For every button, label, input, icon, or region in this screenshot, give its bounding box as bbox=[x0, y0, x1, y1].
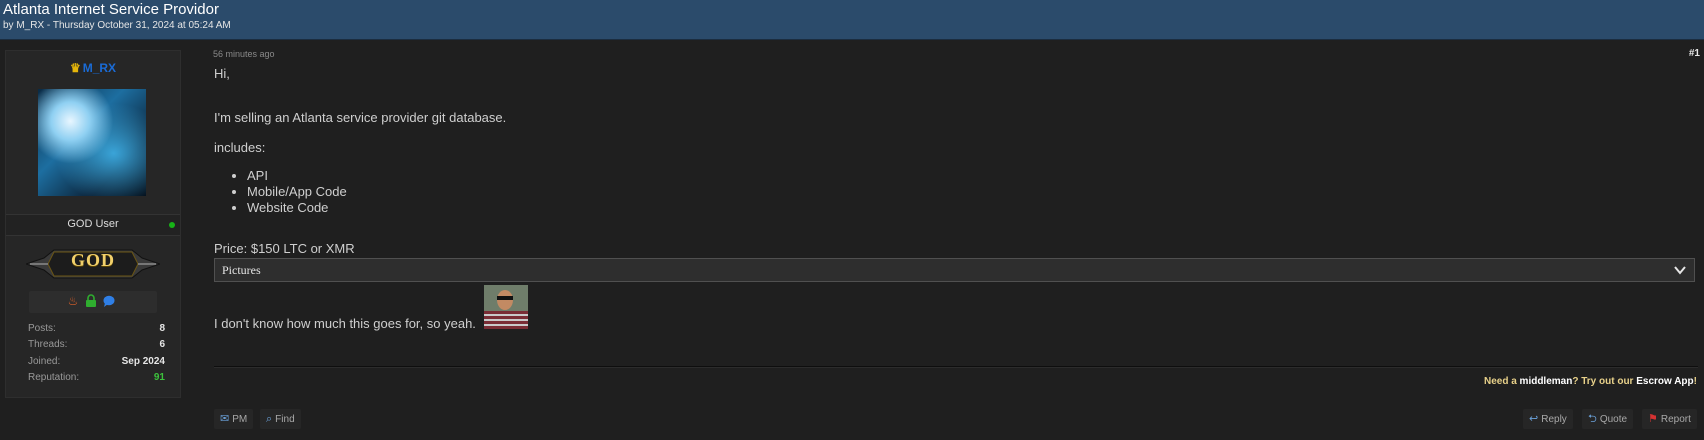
chevron-down-icon bbox=[1674, 266, 1686, 275]
lock-icon[interactable] bbox=[84, 294, 98, 308]
reputation-value[interactable]: 91 bbox=[28, 372, 165, 383]
crown-icon: ♛ bbox=[69, 61, 81, 75]
find-button[interactable]: ⌕ Find bbox=[260, 409, 301, 429]
list-item: Website Code bbox=[247, 200, 347, 216]
thread-by-prefix: by bbox=[3, 20, 14, 31]
post-number-link[interactable]: #1 bbox=[1680, 48, 1700, 59]
report-button[interactable]: ⚑ Report bbox=[1642, 409, 1697, 429]
post-closing: I don't know how much this goes for, so … bbox=[214, 316, 476, 331]
thread-meta: by M_RX - Thursday October 31, 2024 at 0… bbox=[3, 20, 231, 31]
includes-list: API Mobile/App Code Website Code bbox=[214, 168, 347, 216]
user-profile-sidebar: ♛ M_RX GOD User GOD ♨ Posts: 8 Threads: 6… bbox=[5, 50, 181, 398]
stat-joined: Joined: Sep 2024 bbox=[28, 356, 165, 367]
username-row: ♛ M_RX bbox=[6, 61, 180, 75]
user-title: GOD User bbox=[67, 218, 119, 230]
reply-label: Reply bbox=[1541, 414, 1567, 425]
thread-header: Atlanta Internet Service Providor by M_R… bbox=[0, 0, 1704, 40]
stat-value: 6 bbox=[159, 339, 165, 350]
award-row: ♨ bbox=[29, 291, 157, 313]
post-time[interactable]: 56 minutes ago bbox=[213, 49, 275, 59]
stat-value: 8 bbox=[159, 323, 165, 334]
stat-value: Sep 2024 bbox=[121, 356, 165, 367]
envelope-icon: ✉ bbox=[220, 413, 230, 425]
reply-button[interactable]: ↩ Reply bbox=[1523, 409, 1573, 429]
signature-divider bbox=[214, 366, 1698, 368]
post-greeting: Hi, bbox=[214, 66, 230, 81]
list-item: API bbox=[247, 168, 347, 184]
pm-button[interactable]: ✉ PM bbox=[214, 409, 254, 429]
thread-title: Atlanta Internet Service Providor bbox=[3, 1, 219, 18]
signature-text: Need a middleman? Try out our Escrow App… bbox=[1484, 376, 1697, 387]
quote-icon: ⮌ bbox=[1588, 413, 1597, 425]
pictures-spoiler-toggle[interactable]: Pictures bbox=[214, 258, 1695, 282]
signature-part: ! bbox=[1693, 376, 1697, 387]
find-label: Find bbox=[275, 414, 295, 425]
report-label: Report bbox=[1660, 414, 1691, 425]
username-link[interactable]: M_RX bbox=[83, 61, 116, 75]
middleman-link[interactable]: middleman bbox=[1520, 376, 1573, 387]
thread-date: - Thursday October 31, 2024 at 05:24 AM bbox=[46, 20, 231, 31]
reply-icon: ↩ bbox=[1529, 413, 1539, 425]
quote-label: Quote bbox=[1599, 414, 1628, 425]
inline-photo[interactable] bbox=[484, 285, 528, 329]
stat-reputation: Reputation: 91 bbox=[28, 372, 165, 383]
god-rank-badge bbox=[26, 249, 160, 279]
post-includes-label: includes: bbox=[214, 140, 266, 155]
usertitle-bar: GOD User bbox=[6, 214, 180, 236]
post-price: Price: $150 LTC or XMR bbox=[214, 241, 355, 256]
chat-bubble-icon[interactable] bbox=[102, 294, 116, 308]
post-line: I'm selling an Atlanta service provider … bbox=[214, 110, 507, 125]
fire-icon[interactable]: ♨ bbox=[66, 294, 80, 308]
flag-icon: ⚑ bbox=[1648, 413, 1658, 425]
stat-threads: Threads: 6 bbox=[28, 339, 165, 350]
signature-part: Need a bbox=[1483, 376, 1520, 387]
thread-author-link[interactable]: M_RX bbox=[16, 20, 44, 31]
list-item: Mobile/App Code bbox=[247, 184, 347, 200]
search-icon: ⌕ bbox=[266, 413, 273, 425]
pm-label: PM bbox=[232, 414, 248, 425]
escrow-app-link[interactable]: Escrow App bbox=[1636, 376, 1693, 387]
signature-part: ? Try out our bbox=[1572, 376, 1637, 387]
stat-posts: Posts: 8 bbox=[28, 323, 165, 334]
avatar[interactable] bbox=[38, 89, 146, 196]
spoiler-label: Pictures bbox=[222, 263, 261, 277]
online-status-icon bbox=[169, 222, 175, 228]
quote-button[interactable]: ⮌ Quote bbox=[1582, 409, 1634, 429]
